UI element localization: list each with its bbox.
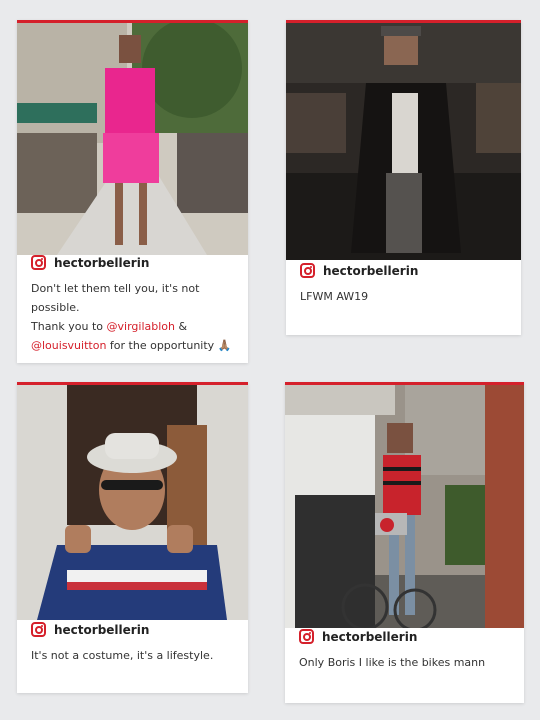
- caption-line: Only Boris I like is the bikes mann: [299, 653, 510, 672]
- post-caption: Only Boris I like is the bikes mann: [299, 653, 510, 672]
- mention-link[interactable]: @louisvuitton: [31, 339, 106, 352]
- post-photo-boris-bike[interactable]: [285, 385, 524, 628]
- caption-line: Don't let them tell you, it's not possib…: [31, 279, 234, 317]
- post-photo-runway-pink-outfit[interactable]: [17, 23, 248, 255]
- post-handle[interactable]: hectorbellerin: [54, 623, 149, 637]
- caption-text: It's not a costume, it's a lifestyle.: [31, 649, 214, 662]
- instagram-post-card[interactable]: hectorbellerin Only Boris I like is the …: [285, 382, 524, 703]
- caption-text: Only Boris I like is the bikes mann: [299, 656, 486, 669]
- post-handle[interactable]: hectorbellerin: [322, 630, 417, 644]
- caption-line: It's not a costume, it's a lifestyle.: [31, 646, 234, 665]
- caption-text: Thank you to: [31, 320, 107, 333]
- mention-link[interactable]: @virgilabloh: [107, 320, 175, 333]
- instagram-icon: [300, 263, 315, 278]
- caption-text: Don't let them tell you, it's not possib…: [31, 282, 200, 314]
- instagram-icon: [31, 255, 46, 270]
- post-photo-bucket-hat[interactable]: [17, 385, 248, 620]
- post-caption: LFWM AW19: [300, 287, 507, 306]
- caption-text: &: [175, 320, 188, 333]
- instagram-post-card[interactable]: hectorbellerin Don't let them tell you, …: [17, 20, 248, 363]
- instagram-icon: [299, 629, 314, 644]
- post-caption: It's not a costume, it's a lifestyle.: [31, 646, 234, 665]
- caption-text: LFWM AW19: [300, 290, 369, 303]
- caption-line: Thank you to @virgilabloh &: [31, 317, 234, 336]
- caption-text: for the opportunity 🙏🏽: [106, 339, 232, 352]
- post-handle[interactable]: hectorbellerin: [323, 264, 418, 278]
- instagram-post-card[interactable]: hectorbellerin It's not a costume, it's …: [17, 382, 248, 693]
- post-photo-leather-coat[interactable]: [286, 23, 521, 260]
- post-handle[interactable]: hectorbellerin: [54, 256, 149, 270]
- caption-line: LFWM AW19: [300, 287, 507, 306]
- instagram-post-card[interactable]: hectorbellerin LFWM AW19: [286, 20, 521, 335]
- caption-line: @louisvuitton for the opportunity 🙏🏽: [31, 336, 234, 355]
- post-caption: Don't let them tell you, it's not possib…: [31, 279, 234, 355]
- instagram-icon: [31, 622, 46, 637]
